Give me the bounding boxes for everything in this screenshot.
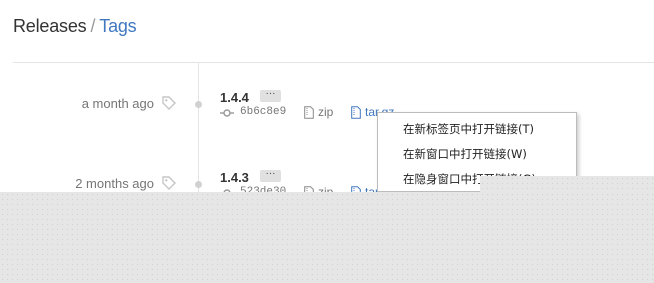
menu-item-open-new-window[interactable]: 在新窗口中打开链接(W) [403,146,527,162]
zip-download-link[interactable]: zip [318,105,333,119]
release-name[interactable]: 1.4.3 [220,170,249,185]
more-button[interactable]: ··· [260,169,281,182]
overlay-panel [0,192,654,283]
tags-link[interactable]: Tags [99,16,136,36]
page-title: Releases / Tags [13,16,137,37]
overlay-panel-notch [480,176,654,192]
releases-link[interactable]: Releases [13,16,87,36]
commit-sha[interactable]: 6b6c8e9 [240,106,286,118]
breadcrumb-separator: / [90,16,96,36]
release-name[interactable]: 1.4.4 [220,90,249,105]
tag-icon [162,176,176,190]
release-date: a month ago [81,96,154,111]
commit-icon [220,107,234,119]
zip-file-icon [304,106,314,119]
menu-item-open-new-tab[interactable]: 在新标签页中打开链接(T) [403,121,534,137]
timeline-dot [195,181,202,188]
release-date: 2 months ago [75,176,154,191]
divider [13,62,654,63]
tarball-file-icon [351,106,361,119]
timeline-dot [195,101,202,108]
more-button[interactable]: ··· [260,89,281,102]
tag-icon [162,96,176,110]
